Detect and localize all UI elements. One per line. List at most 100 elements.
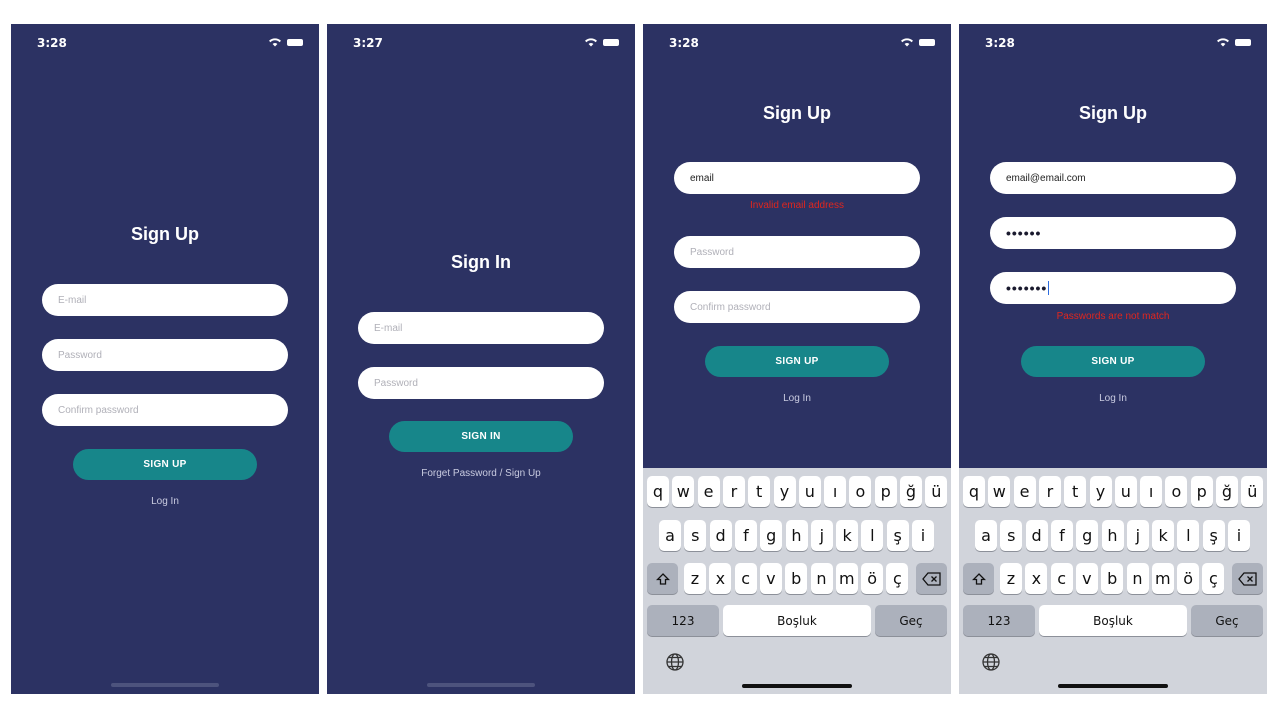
key-letter[interactable]: j: [810, 520, 833, 551]
key-letter[interactable]: l: [1177, 520, 1200, 551]
sign-up-button[interactable]: SIGN UP: [1021, 346, 1205, 377]
key-letter[interactable]: k: [836, 520, 859, 551]
key-letter[interactable]: h: [1101, 520, 1124, 551]
key-letter[interactable]: l: [861, 520, 884, 551]
globe-icon[interactable]: [665, 652, 685, 672]
key-letter[interactable]: b: [785, 563, 808, 594]
key-letter[interactable]: m: [1151, 563, 1174, 594]
key-letter[interactable]: e: [697, 476, 720, 507]
confirm-password-input[interactable]: Confirm password: [674, 291, 920, 323]
key-letter[interactable]: d: [709, 520, 732, 551]
key-letter[interactable]: g: [1076, 520, 1099, 551]
key-letter[interactable]: x: [709, 563, 732, 594]
numbers-key[interactable]: 123: [963, 605, 1035, 636]
key-letter[interactable]: y: [1089, 476, 1112, 507]
password-input[interactable]: ••••••: [990, 217, 1236, 249]
key-letter[interactable]: f: [734, 520, 757, 551]
key-letter[interactable]: s: [684, 520, 707, 551]
key-letter[interactable]: s: [1000, 520, 1023, 551]
key-letter[interactable]: o: [849, 476, 872, 507]
key-letter[interactable]: e: [1013, 476, 1036, 507]
key-letter[interactable]: ö: [1177, 563, 1200, 594]
key-letter[interactable]: ü: [925, 476, 948, 507]
key-letter[interactable]: b: [1101, 563, 1124, 594]
key-letter[interactable]: u: [798, 476, 821, 507]
key-letter[interactable]: ç: [886, 563, 909, 594]
key-letter[interactable]: ö: [861, 563, 884, 594]
delete-key[interactable]: [916, 563, 947, 594]
space-key[interactable]: Boşluk: [723, 605, 871, 636]
return-key[interactable]: Geç: [1191, 605, 1263, 636]
key-letter[interactable]: i: [912, 520, 934, 551]
sign-up-button[interactable]: SIGN UP: [705, 346, 889, 377]
delete-key[interactable]: [1232, 563, 1263, 594]
email-input[interactable]: E-mail: [42, 284, 288, 316]
key-letter[interactable]: ğ: [1216, 476, 1238, 507]
key-letter[interactable]: ş: [1202, 520, 1225, 551]
key-letter[interactable]: a: [975, 520, 997, 551]
log-in-link[interactable]: Log In: [643, 393, 951, 404]
key-letter[interactable]: v: [759, 563, 782, 594]
key-letter[interactable]: ı: [824, 476, 847, 507]
key-letter[interactable]: k: [1152, 520, 1175, 551]
confirm-password-input[interactable]: Confirm password: [42, 394, 288, 426]
key-letter[interactable]: u: [1114, 476, 1137, 507]
home-indicator[interactable]: [742, 684, 852, 688]
key-letter[interactable]: x: [1025, 563, 1048, 594]
password-input[interactable]: Password: [358, 367, 604, 399]
email-input[interactable]: email: [674, 162, 920, 194]
password-input[interactable]: Password: [674, 236, 920, 268]
key-letter[interactable]: ü: [1241, 476, 1264, 507]
confirm-password-input[interactable]: •••••••: [990, 272, 1236, 304]
forget-password-sign-up-link[interactable]: Forget Password / Sign Up: [327, 468, 635, 479]
sign-in-button[interactable]: SIGN IN: [389, 421, 573, 452]
log-in-link[interactable]: Log In: [11, 496, 319, 507]
key-letter[interactable]: w: [988, 476, 1011, 507]
key-letter[interactable]: y: [773, 476, 796, 507]
key-letter[interactable]: c: [1050, 563, 1073, 594]
key-letter[interactable]: o: [1165, 476, 1188, 507]
key-letter[interactable]: z: [1000, 563, 1022, 594]
shift-key[interactable]: [647, 563, 678, 594]
key-letter[interactable]: m: [835, 563, 858, 594]
email-input[interactable]: email@email.com: [990, 162, 1236, 194]
space-key[interactable]: Boşluk: [1039, 605, 1187, 636]
key-letter[interactable]: p: [1190, 476, 1213, 507]
key-letter[interactable]: c: [734, 563, 757, 594]
key-letter[interactable]: ğ: [900, 476, 922, 507]
home-indicator[interactable]: [427, 683, 535, 687]
log-in-link[interactable]: Log In: [959, 393, 1267, 404]
key-letter[interactable]: v: [1075, 563, 1098, 594]
key-letter[interactable]: q: [647, 476, 669, 507]
key-letter[interactable]: i: [1228, 520, 1250, 551]
return-key[interactable]: Geç: [875, 605, 947, 636]
key-letter[interactable]: q: [963, 476, 985, 507]
globe-icon[interactable]: [981, 652, 1001, 672]
key-letter[interactable]: r: [1038, 476, 1061, 507]
key-letter[interactable]: w: [672, 476, 695, 507]
key-letter[interactable]: ç: [1202, 563, 1225, 594]
home-indicator[interactable]: [111, 683, 219, 687]
key-letter[interactable]: d: [1025, 520, 1048, 551]
key-letter[interactable]: h: [785, 520, 808, 551]
key-letter[interactable]: ı: [1140, 476, 1163, 507]
key-letter[interactable]: t: [1064, 476, 1087, 507]
home-indicator[interactable]: [1058, 684, 1168, 688]
password-input[interactable]: Password: [42, 339, 288, 371]
key-letter[interactable]: n: [1126, 563, 1149, 594]
shift-icon: [971, 572, 986, 585]
sign-up-button[interactable]: SIGN UP: [73, 449, 257, 480]
key-letter[interactable]: ş: [886, 520, 909, 551]
key-letter[interactable]: r: [722, 476, 745, 507]
key-letter[interactable]: a: [659, 520, 681, 551]
shift-key[interactable]: [963, 563, 994, 594]
key-letter[interactable]: p: [874, 476, 897, 507]
key-letter[interactable]: j: [1126, 520, 1149, 551]
key-letter[interactable]: n: [810, 563, 833, 594]
numbers-key[interactable]: 123: [647, 605, 719, 636]
key-letter[interactable]: z: [684, 563, 706, 594]
key-letter[interactable]: g: [760, 520, 783, 551]
email-input[interactable]: E-mail: [358, 312, 604, 344]
key-letter[interactable]: f: [1050, 520, 1073, 551]
key-letter[interactable]: t: [748, 476, 771, 507]
